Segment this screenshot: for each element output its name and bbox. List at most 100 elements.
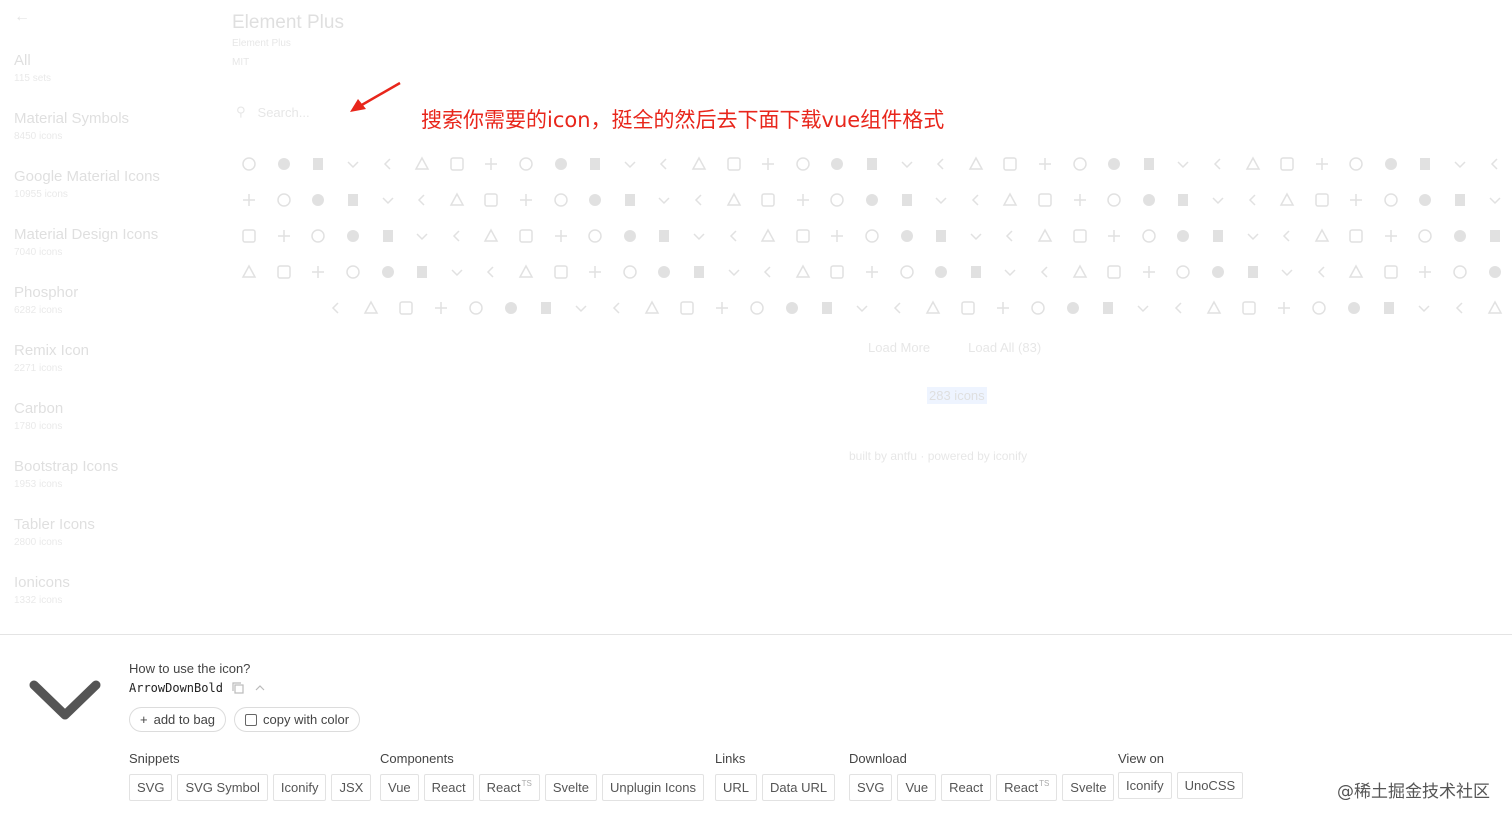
grid-icon[interactable]	[370, 218, 405, 254]
grid-icon[interactable]	[543, 254, 578, 290]
grid-icon[interactable]	[985, 290, 1020, 326]
grid-icon[interactable]	[1270, 254, 1305, 290]
collection-item[interactable]: Remix Icon 2271 icons	[14, 342, 160, 400]
grid-icon[interactable]	[1091, 290, 1126, 326]
grid-icon[interactable]	[1201, 218, 1236, 254]
search-bar[interactable]: ⚲ Search...	[236, 100, 436, 124]
grid-icon[interactable]	[669, 290, 704, 326]
grid-icon[interactable]	[564, 290, 599, 326]
grid-icon[interactable]	[232, 146, 267, 182]
grid-icon[interactable]	[786, 182, 821, 218]
snippet-jsx-button[interactable]: JSX	[331, 774, 372, 801]
grid-icon[interactable]	[1408, 182, 1443, 218]
grid-icon[interactable]	[509, 218, 544, 254]
grid-icon[interactable]	[958, 218, 993, 254]
grid-icon[interactable]	[1304, 218, 1339, 254]
grid-icon[interactable]	[613, 254, 648, 290]
grid-icon[interactable]	[543, 146, 578, 182]
grid-icon[interactable]	[1028, 146, 1063, 182]
grid-icon[interactable]	[1235, 146, 1270, 182]
grid-icon[interactable]	[1231, 290, 1266, 326]
grid-icon[interactable]	[1374, 182, 1409, 218]
grid-icon[interactable]	[820, 182, 855, 218]
grid-icon[interactable]	[301, 146, 336, 182]
grid-icon[interactable]	[1201, 254, 1236, 290]
collection-item[interactable]: Ionicons 1332 icons	[14, 574, 160, 632]
grid-icon[interactable]	[1028, 182, 1063, 218]
grid-icon[interactable]	[336, 218, 371, 254]
grid-icon[interactable]	[1028, 218, 1063, 254]
grid-icon[interactable]	[1235, 254, 1270, 290]
grid-icon[interactable]	[704, 290, 739, 326]
grid-icon[interactable]	[1337, 290, 1372, 326]
grid-icon[interactable]	[1166, 254, 1201, 290]
grid-icon[interactable]	[1374, 146, 1409, 182]
grid-icon[interactable]	[820, 146, 855, 182]
grid-icon[interactable]	[751, 218, 786, 254]
component-react-ts-button[interactable]: React TS	[478, 774, 540, 801]
grid-icon[interactable]	[1056, 290, 1091, 326]
grid-icon[interactable]	[1408, 254, 1443, 290]
grid-icon[interactable]	[267, 182, 302, 218]
component-unplugin-icons-button[interactable]: Unplugin Icons	[601, 774, 704, 801]
back-arrow-icon[interactable]: ←	[14, 8, 30, 26]
grid-icon[interactable]	[613, 218, 648, 254]
grid-icon[interactable]	[509, 254, 544, 290]
grid-icon[interactable]	[1270, 182, 1305, 218]
grid-icon[interactable]	[634, 290, 669, 326]
grid-icon[interactable]	[440, 146, 475, 182]
grid-icon[interactable]	[1201, 146, 1236, 182]
download-svelte-button[interactable]: Svelte	[1062, 774, 1115, 801]
grid-icon[interactable]	[740, 290, 775, 326]
grid-icon[interactable]	[855, 182, 890, 218]
grid-icon[interactable]	[647, 146, 682, 182]
grid-icon[interactable]	[613, 146, 648, 182]
grid-icon[interactable]	[958, 146, 993, 182]
grid-icon[interactable]	[1408, 218, 1443, 254]
grid-icon[interactable]	[786, 218, 821, 254]
grid-icon[interactable]	[529, 290, 564, 326]
grid-icon[interactable]	[1477, 182, 1512, 218]
grid-icon[interactable]	[578, 182, 613, 218]
grid-icon[interactable]	[751, 182, 786, 218]
grid-icon[interactable]	[1196, 290, 1231, 326]
grid-icon[interactable]	[915, 290, 950, 326]
grid-icon[interactable]	[1477, 218, 1512, 254]
grid-icon[interactable]	[1166, 218, 1201, 254]
grid-icon[interactable]	[267, 146, 302, 182]
view-on-unocss-button[interactable]: UnoCSS	[1176, 772, 1244, 799]
collection-item[interactable]: Carbon 1780 icons	[14, 400, 160, 458]
grid-icon[interactable]	[301, 182, 336, 218]
grid-icon[interactable]	[1166, 146, 1201, 182]
grid-icon[interactable]	[810, 290, 845, 326]
grid-icon[interactable]	[1270, 218, 1305, 254]
grid-icon[interactable]	[232, 218, 267, 254]
grid-icon[interactable]	[889, 218, 924, 254]
grid-icon[interactable]	[267, 218, 302, 254]
grid-icon[interactable]	[716, 146, 751, 182]
grid-icon[interactable]	[786, 254, 821, 290]
grid-icon[interactable]	[1374, 218, 1409, 254]
grid-icon[interactable]	[855, 146, 890, 182]
grid-icon[interactable]	[1021, 290, 1056, 326]
copy-icon[interactable]	[231, 681, 245, 695]
load-more-button[interactable]: Load More	[868, 340, 930, 355]
grid-icon[interactable]	[423, 290, 458, 326]
component-vue-button[interactable]: Vue	[380, 774, 419, 801]
grid-icon[interactable]	[958, 254, 993, 290]
grid-icon[interactable]	[889, 182, 924, 218]
grid-icon[interactable]	[1477, 290, 1512, 326]
grid-icon[interactable]	[1235, 218, 1270, 254]
grid-icon[interactable]	[440, 218, 475, 254]
collection-item[interactable]: Bootstrap Icons 1953 icons	[14, 458, 160, 516]
grid-icon[interactable]	[924, 254, 959, 290]
download-react-button[interactable]: React	[941, 774, 992, 801]
component-react-button[interactable]: React	[423, 774, 474, 801]
download-react-ts-button[interactable]: React TS	[996, 774, 1058, 801]
grid-icon[interactable]	[599, 290, 634, 326]
grid-icon[interactable]	[267, 254, 302, 290]
grid-icon[interactable]	[578, 146, 613, 182]
grid-icon[interactable]	[353, 290, 388, 326]
grid-icon[interactable]	[889, 254, 924, 290]
grid-icon[interactable]	[1161, 290, 1196, 326]
